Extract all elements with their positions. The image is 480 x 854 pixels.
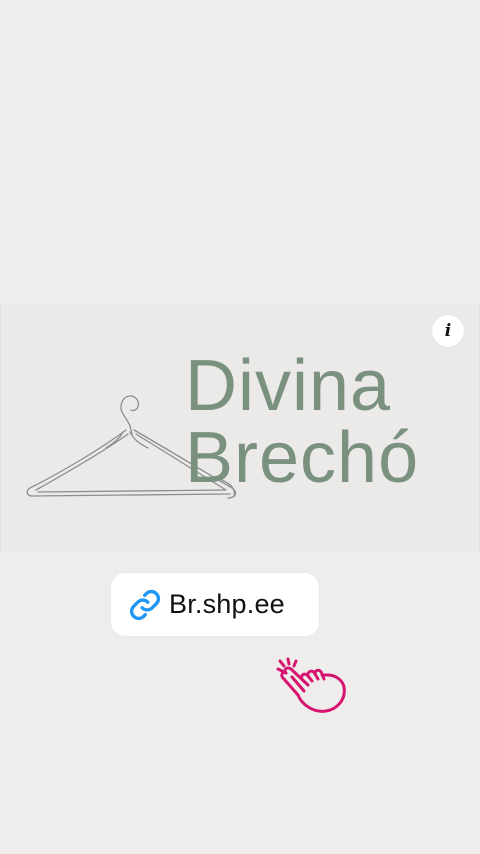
brand-line-2: Brechó <box>185 418 420 498</box>
brand-logo-text: Divina Brechó <box>185 350 475 494</box>
link-text: Br.shp.ee <box>169 589 285 619</box>
info-icon: i <box>444 320 452 341</box>
link-sticker[interactable]: Br.shp.ee <box>111 573 319 636</box>
pointing-hand-icon <box>276 657 346 713</box>
link-icon <box>127 587 163 623</box>
brand-line-1: Divina <box>185 346 392 426</box>
story-view: i Divina Brechó Br.shp.ee <box>0 0 480 854</box>
info-button[interactable]: i <box>432 315 464 347</box>
